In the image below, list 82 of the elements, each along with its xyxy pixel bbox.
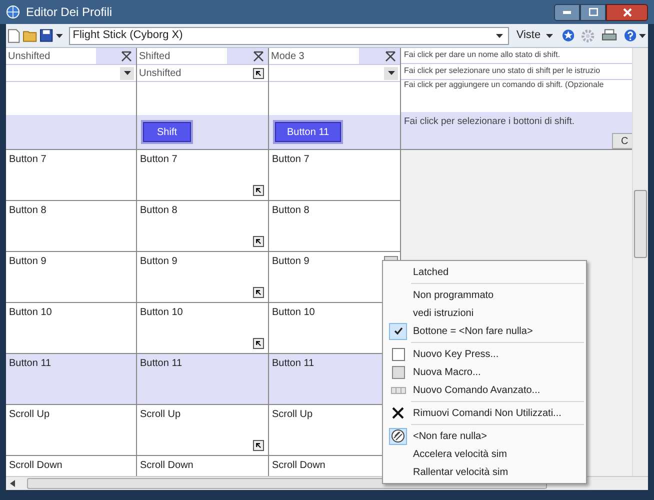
save-icon[interactable] [40,29,53,42]
vertical-scrollbar[interactable] [632,48,648,476]
binding-label: Button 11 [140,358,182,369]
binding-cell[interactable]: Button 11 [137,354,269,405]
binding-label: Button 8 [272,205,310,216]
binding-cell[interactable]: Scroll Up [137,405,269,456]
binding-label: Button 7 [140,154,178,165]
caret-icon [496,34,504,38]
binding-label: Scroll Up [140,409,181,420]
advanced-icon [390,386,406,394]
macro-icon [392,366,404,378]
printer-icon[interactable] [602,29,616,42]
close-icon [392,407,404,419]
close-icon [622,8,632,16]
caret-icon [388,71,394,75]
binding-cell[interactable]: Button 8 [137,201,269,252]
star-icon[interactable] [562,29,574,42]
globe-icon [6,5,20,19]
binding-label: Button 7 [9,154,46,165]
binding-label: Button 11 [9,358,52,369]
maximize-button[interactable] [580,4,606,20]
binding-label: Button 10 [140,307,183,318]
binding-cell[interactable]: Scroll Up [6,405,137,456]
hint-text: Fai click per aggiungere un comando di shift. (Opzionale [404,80,604,89]
help-icon[interactable] [624,29,636,42]
binding-label: Button 8 [140,205,178,216]
minimize-icon [563,10,571,14]
binding-cell[interactable]: Button 11 [6,354,137,405]
delete-icon[interactable] [385,50,396,62]
link-icon[interactable] [253,338,264,349]
binding-label: Button 11 [272,358,314,369]
binding-label: Scroll Up [9,409,50,420]
binding-label: Button 9 [272,256,310,267]
binding-label: Scroll Up [272,409,313,420]
shift-button[interactable]: Shift [141,120,193,144]
binding-cell[interactable]: Button 9 [137,252,269,303]
shift-button[interactable]: Button 11 [273,120,344,144]
close-button[interactable] [606,4,648,20]
binding-label: Button 8 [9,205,46,216]
left-arrow-icon[interactable] [10,480,15,487]
binding-cell[interactable]: Button 10 [6,303,137,354]
views-menu[interactable]: Viste [516,27,553,44]
binding-cell[interactable]: Button 9 [6,252,137,303]
binding-cell[interactable]: Button 10 [137,303,269,354]
link-icon[interactable] [253,287,264,298]
maximize-icon [588,8,598,16]
menu-item[interactable]: Rallentar velocità sim [385,463,584,481]
binding-cell[interactable]: Button 7 [269,150,401,201]
profile-dropdown[interactable]: Flight Stick (Cyborg X) [68,26,510,44]
hint-text: Fai click per selezionare i bottoni di shift. [404,114,576,129]
binding-label: Scroll Down [272,460,326,471]
link-icon[interactable] [253,68,264,78]
binding-label: Button 7 [272,154,310,165]
binding-cell[interactable]: Button 8 [6,201,137,252]
binding-cell[interactable]: Button 7 [6,150,137,201]
hint-text: Fai click per selezionare uno stato di shift per le istruzio [404,67,600,76]
link-icon[interactable] [253,236,264,247]
caret-icon [546,34,553,38]
binding-label: Button 9 [9,256,46,267]
window-title: Editor Dei Profili [26,4,112,21]
checkmark-icon [394,327,402,335]
hint-text: Fai click per dare un nome allo stato di shift. [404,51,560,60]
binding-cell[interactable]: Button 7 [137,150,269,201]
minimize-button[interactable] [554,4,580,20]
binding-label: Scroll Down [9,460,62,471]
hint-button[interactable]: C [612,133,632,149]
link-icon[interactable] [253,440,264,451]
binding-label: Button 9 [140,256,178,267]
binding-label: Button 10 [272,307,315,318]
binding-label: Scroll Down [140,460,194,471]
delete-icon[interactable] [253,50,264,62]
caret-icon [124,71,130,75]
binding-cell[interactable]: Button 8 [269,201,401,252]
shift-source-value: Unshifted [139,66,182,80]
dropdown-arrow-icon [56,34,63,38]
key-icon [392,348,404,360]
dropdown-arrow-icon [639,34,646,38]
delete-icon[interactable] [121,50,132,62]
binding-label: Button 10 [9,307,52,318]
striped-circle-icon [391,429,405,443]
link-icon[interactable] [253,185,264,196]
new-file-icon[interactable] [8,28,20,42]
